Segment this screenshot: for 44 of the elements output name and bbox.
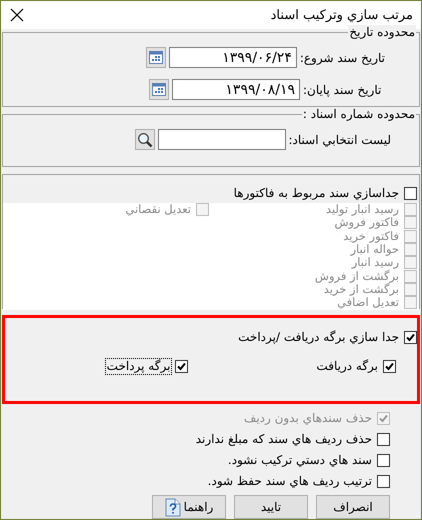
field-label: ليست انتخابي اسناد: bbox=[288, 132, 391, 146]
checkbox[interactable] bbox=[377, 475, 390, 488]
checkbox[interactable] bbox=[377, 433, 390, 446]
group-title: محدوده تاريخ bbox=[348, 25, 416, 39]
document-list-field[interactable] bbox=[158, 129, 286, 150]
calendar-icon bbox=[148, 51, 163, 64]
help-button[interactable]: راهنما bbox=[152, 495, 226, 519]
dialog-button[interactable]: تاييد bbox=[234, 495, 308, 519]
checkbox-label: تعديل اضافي bbox=[337, 295, 400, 310]
checkbox-label: رسيد انبار bbox=[351, 255, 400, 270]
checkbox[interactable] bbox=[404, 331, 417, 344]
checkbox-label: جداسازي سند مربوط به فاکتورها bbox=[232, 186, 400, 201]
checkbox[interactable] bbox=[383, 360, 396, 373]
checkbox-label: فاکتور فروش bbox=[334, 215, 400, 230]
checkbox[interactable] bbox=[404, 187, 417, 200]
checkbox[interactable] bbox=[175, 360, 188, 373]
checkbox-label: فاکتور خريد bbox=[343, 228, 400, 244]
field-label: تاريخ سند پايان: bbox=[303, 82, 382, 96]
close-icon bbox=[10, 8, 24, 22]
checkbox[interactable] bbox=[377, 454, 390, 467]
dialog-button[interactable]: انصراف bbox=[316, 495, 390, 519]
search-button[interactable] bbox=[134, 129, 154, 150]
calendar-button[interactable] bbox=[146, 47, 166, 68]
checkbox-label: رسيد انبار توليد bbox=[324, 202, 400, 218]
help-icon bbox=[164, 498, 181, 516]
date-field[interactable]: ۱۳۹۹/۰۶/۲۴ bbox=[168, 47, 297, 68]
checkbox-label: برگه پرداخت bbox=[106, 359, 172, 374]
checkbox-label: برگشت از خريد bbox=[324, 282, 400, 297]
checkbox-label: تعديل نقصاني bbox=[124, 202, 192, 218]
search-icon bbox=[136, 132, 152, 148]
checkbox-label: حذف رديف هاي سند که مبلغ ندارند bbox=[194, 432, 373, 447]
window-title: مرتب سازي وترکيب اسناد bbox=[270, 8, 413, 22]
calendar-button[interactable] bbox=[149, 79, 169, 100]
field-label: تاريخ سند شروع: bbox=[300, 50, 385, 64]
checkbox-label: ترتيب رديف هاي سند حفظ شود. bbox=[206, 474, 373, 489]
calendar-icon bbox=[152, 83, 166, 96]
checkbox-label: سند هاي دستي ترکيب نشود. bbox=[226, 453, 373, 468]
group-title: محدوده شماره اسناد : bbox=[302, 107, 416, 121]
checkbox-label: حذف سندهاي بدون رديف bbox=[242, 411, 373, 426]
checkbox-label: حواله انبار bbox=[350, 242, 400, 257]
checkbox-label: برگه دريافت bbox=[315, 359, 379, 374]
checkbox-label: برگشت از فروش bbox=[314, 268, 400, 283]
checkbox-label: جدا سازي برگه دريافت /پرداخت bbox=[237, 330, 400, 345]
date-field[interactable]: ۱۳۹۹/۰۸/۱۹ bbox=[172, 79, 300, 100]
